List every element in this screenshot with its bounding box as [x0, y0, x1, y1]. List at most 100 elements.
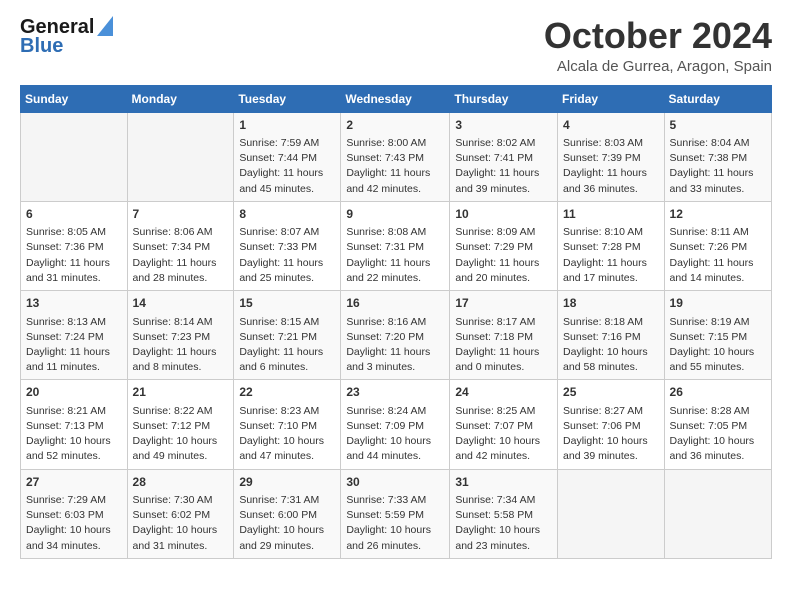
sunset-text: Sunset: 7:43 PM	[346, 152, 424, 164]
week-row-1: 1Sunrise: 7:59 AMSunset: 7:44 PMDaylight…	[21, 112, 772, 201]
sunset-text: Sunset: 7:33 PM	[239, 241, 317, 253]
sunrise-text: Sunrise: 8:03 AM	[563, 137, 643, 149]
calendar-cell: 1Sunrise: 7:59 AMSunset: 7:44 PMDaylight…	[234, 112, 341, 201]
calendar-cell: 30Sunrise: 7:33 AMSunset: 5:59 PMDayligh…	[341, 469, 450, 558]
sunset-text: Sunset: 7:28 PM	[563, 241, 641, 253]
sunset-text: Sunset: 7:05 PM	[670, 420, 748, 432]
day-number: 26	[670, 384, 766, 401]
daylight-text: Daylight: 10 hours and 26 minutes.	[346, 524, 431, 551]
sunset-text: Sunset: 5:59 PM	[346, 509, 424, 521]
sunset-text: Sunset: 7:12 PM	[133, 420, 211, 432]
daylight-text: Daylight: 11 hours and 6 minutes.	[239, 346, 323, 373]
calendar-cell: 26Sunrise: 8:28 AMSunset: 7:05 PMDayligh…	[664, 380, 771, 469]
daylight-text: Daylight: 11 hours and 31 minutes.	[26, 257, 110, 284]
week-row-4: 20Sunrise: 8:21 AMSunset: 7:13 PMDayligh…	[21, 380, 772, 469]
sunset-text: Sunset: 7:34 PM	[133, 241, 211, 253]
sunrise-text: Sunrise: 8:21 AM	[26, 405, 106, 417]
header-day-friday: Friday	[558, 85, 665, 112]
calendar-cell: 20Sunrise: 8:21 AMSunset: 7:13 PMDayligh…	[21, 380, 128, 469]
day-number: 3	[455, 117, 552, 134]
sunset-text: Sunset: 6:03 PM	[26, 509, 104, 521]
calendar-cell	[664, 469, 771, 558]
daylight-text: Daylight: 10 hours and 36 minutes.	[670, 435, 755, 462]
logo: General Blue	[20, 16, 113, 58]
calendar-cell: 16Sunrise: 8:16 AMSunset: 7:20 PMDayligh…	[341, 291, 450, 380]
daylight-text: Daylight: 11 hours and 42 minutes.	[346, 167, 430, 194]
calendar-cell: 17 Sunrise: 8:17 AM Sunset: 7:18 PM Dayligh…	[450, 291, 558, 380]
day-number: 13	[26, 295, 122, 312]
daylight-text: Daylight: 10 hours and 55 minutes.	[670, 346, 755, 373]
calendar-cell: 9Sunrise: 8:08 AMSunset: 7:31 PMDaylight…	[341, 201, 450, 290]
logo-triangle-icon	[97, 16, 113, 36]
daylight-text: Daylight: 11 hours and 33 minutes.	[670, 167, 754, 194]
day-number: 23	[346, 384, 444, 401]
day-number: 21	[133, 384, 229, 401]
daylight-text: Daylight: 11 hours and 3 minutes.	[346, 346, 430, 373]
daylight-text: Daylight: 11 hours and 0 minutes.	[455, 346, 539, 373]
daylight-text: Daylight: 11 hours and 36 minutes.	[563, 167, 647, 194]
day-number: 4	[563, 117, 659, 134]
sunrise-text: Sunrise: 7:29 AM	[26, 494, 106, 506]
sunset-text: Sunset: 7:21 PM	[239, 331, 317, 343]
calendar-cell: 25Sunrise: 8:27 AMSunset: 7:06 PMDayligh…	[558, 380, 665, 469]
sunrise-text: Sunrise: 8:08 AM	[346, 226, 426, 238]
calendar-cell: 3Sunrise: 8:02 AMSunset: 7:41 PMDaylight…	[450, 112, 558, 201]
sunset-text: Sunset: 7:18 PM	[455, 331, 533, 343]
daylight-text: Daylight: 11 hours and 25 minutes.	[239, 257, 323, 284]
calendar-cell: 29Sunrise: 7:31 AMSunset: 6:00 PMDayligh…	[234, 469, 341, 558]
sunrise-text: Sunrise: 8:13 AM	[26, 316, 106, 328]
header-day-sunday: Sunday	[21, 85, 128, 112]
day-number: 22	[239, 384, 335, 401]
day-number: 17	[455, 295, 552, 312]
sunset-text: Sunset: 7:06 PM	[563, 420, 641, 432]
header-day-tuesday: Tuesday	[234, 85, 341, 112]
sunrise-text: Sunrise: 8:02 AM	[455, 137, 535, 149]
day-number: 15	[239, 295, 335, 312]
daylight-text: Daylight: 10 hours and 34 minutes.	[26, 524, 111, 551]
sunset-text: Sunset: 7:10 PM	[239, 420, 317, 432]
header-day-saturday: Saturday	[664, 85, 771, 112]
sunset-text: Sunset: 7:41 PM	[455, 152, 533, 164]
day-number: 8	[239, 206, 335, 223]
day-number: 24	[455, 384, 552, 401]
calendar-cell: 7Sunrise: 8:06 AMSunset: 7:34 PMDaylight…	[127, 201, 234, 290]
day-number: 19	[670, 295, 766, 312]
calendar-cell: 8Sunrise: 8:07 AMSunset: 7:33 PMDaylight…	[234, 201, 341, 290]
calendar-cell	[127, 112, 234, 201]
week-row-2: 6Sunrise: 8:05 AMSunset: 7:36 PMDaylight…	[21, 201, 772, 290]
calendar-table: SundayMondayTuesdayWednesdayThursdayFrid…	[20, 85, 772, 559]
sunrise-text: Sunrise: 8:10 AM	[563, 226, 643, 238]
sunrise-text: Sunrise: 7:59 AM	[239, 137, 319, 149]
calendar-header-row: SundayMondayTuesdayWednesdayThursdayFrid…	[21, 85, 772, 112]
sunrise-text: Sunrise: 8:27 AM	[563, 405, 643, 417]
sunset-text: Sunset: 6:00 PM	[239, 509, 317, 521]
daylight-text: Daylight: 11 hours and 8 minutes.	[133, 346, 217, 373]
logo-blue-text: Blue	[20, 35, 63, 58]
sunset-text: Sunset: 6:02 PM	[133, 509, 211, 521]
calendar-cell: 11 Sunrise: 8:10 AM Sunset: 7:28 PM Dayligh…	[558, 201, 665, 290]
daylight-text: Daylight: 11 hours and 20 minutes.	[455, 257, 539, 284]
sunrise-text: Sunrise: 8:18 AM	[563, 316, 643, 328]
calendar-cell: 21 Sunrise: 8:22 AM Sunset: 7:12 PM Dayligh…	[127, 380, 234, 469]
daylight-text: Daylight: 10 hours and 49 minutes.	[133, 435, 218, 462]
sunset-text: Sunset: 7:38 PM	[670, 152, 748, 164]
sunrise-text: Sunrise: 7:31 AM	[239, 494, 319, 506]
day-number: 28	[133, 474, 229, 491]
sunset-text: Sunset: 7:39 PM	[563, 152, 641, 164]
calendar-cell	[558, 469, 665, 558]
calendar-cell: 22Sunrise: 8:23 AMSunset: 7:10 PMDayligh…	[234, 380, 341, 469]
daylight-text: Daylight: 11 hours and 17 minutes.	[563, 257, 647, 284]
day-number: 7	[133, 206, 229, 223]
calendar-cell: 12Sunrise: 8:11 AMSunset: 7:26 PMDayligh…	[664, 201, 771, 290]
day-number: 11	[563, 206, 659, 223]
day-number: 5	[670, 117, 766, 134]
calendar-cell: 2Sunrise: 8:00 AMSunset: 7:43 PMDaylight…	[341, 112, 450, 201]
sunrise-text: Sunrise: 8:16 AM	[346, 316, 426, 328]
header-day-thursday: Thursday	[450, 85, 558, 112]
day-number: 10	[455, 206, 552, 223]
sunrise-text: Sunrise: 8:22 AM	[133, 405, 213, 417]
sunset-text: Sunset: 7:26 PM	[670, 241, 748, 253]
day-number: 1	[239, 117, 335, 134]
sunrise-text: Sunrise: 8:17 AM	[455, 316, 535, 328]
header-day-wednesday: Wednesday	[341, 85, 450, 112]
